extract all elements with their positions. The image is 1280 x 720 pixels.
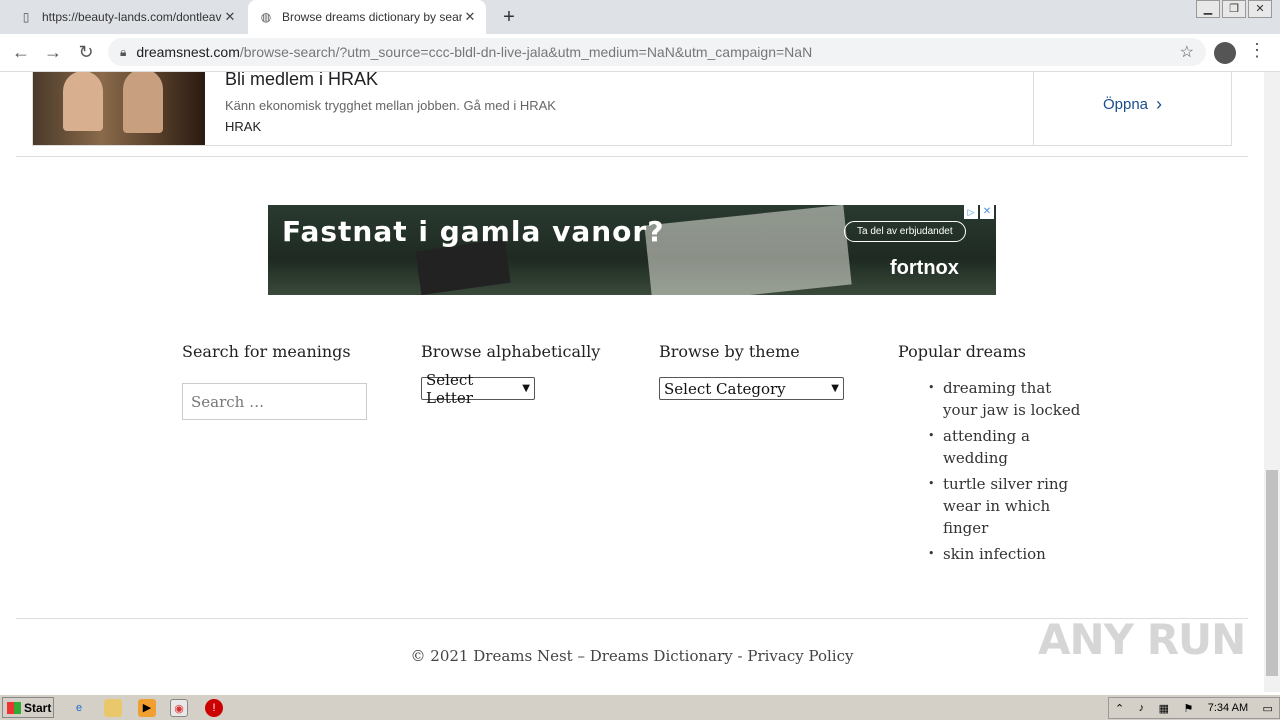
tab-bar: ▯ https://beauty-lands.com/dontleave ✕ ◍… [0, 0, 1280, 34]
reload-icon[interactable]: ↻ [75, 42, 97, 63]
chevron-down-icon: ▼ [831, 383, 839, 394]
ad-headline[interactable]: Bli medlem i HRAK [225, 72, 1013, 90]
url-domain: dreamsnest.com [136, 44, 240, 60]
chevron-right-icon: › [1156, 93, 1163, 114]
ad-brand: HRAK [225, 119, 262, 134]
fortnox-banner-ad[interactable]: Fastnat i gamla vanor? Ta del av erbjuda… [268, 205, 996, 295]
popular-dreams-list: dreaming that your jaw is locked attendi… [898, 377, 1088, 565]
lock-icon: 🔒︎ [120, 44, 127, 59]
ad-close-icon[interactable]: ✕ [980, 205, 994, 219]
search-widget: Search for meanings Search … [182, 342, 382, 420]
network-icon[interactable]: ▦ [1159, 702, 1169, 715]
popular-dream-link[interactable]: attending a wedding [928, 425, 1088, 469]
copyright-link[interactable]: © 2021 Dreams Nest – Dreams Dictionary [411, 647, 733, 665]
ad-banner-brand: fortnox [890, 257, 959, 279]
ad-text: Bli medlem i HRAK Känn ekonomisk trygghe… [205, 72, 1033, 145]
volume-icon[interactable]: ♪ [1139, 702, 1145, 714]
ad-open-button[interactable]: Öppna › [1033, 72, 1231, 145]
close-icon[interactable]: ✕ [462, 9, 478, 25]
ad-person-2 [123, 72, 163, 133]
widget-title: Search for meanings [182, 342, 351, 361]
page-viewport: Bli medlem i HRAK Känn ekonomisk trygghe… [0, 72, 1264, 692]
profile-icon[interactable] [1214, 42, 1236, 64]
tab-dreams-dictionary[interactable]: ◍ Browse dreams dictionary by search ✕ [248, 0, 486, 34]
ad-banner-headline: Fastnat i gamla vanor? [282, 215, 665, 248]
tab-title: https://beauty-lands.com/dontleave [42, 10, 222, 24]
ad-person-1 [63, 72, 103, 131]
widget-title: Browse alphabetically [421, 342, 601, 361]
tab-title: Browse dreams dictionary by search [282, 10, 462, 24]
ad-paper-graphic [644, 205, 852, 295]
clock[interactable]: 7:34 AM [1208, 702, 1248, 714]
adchoices-icon[interactable]: ▷ [964, 205, 978, 219]
show-desktop-icon[interactable]: ▭ [1263, 702, 1273, 715]
close-icon[interactable]: ✕ [222, 9, 238, 25]
close-window-button[interactable]: ✕ [1248, 0, 1272, 18]
media-player-icon[interactable]: ▶ [138, 699, 156, 717]
hrak-ad[interactable]: Bli medlem i HRAK Känn ekonomisk trygghe… [32, 72, 1232, 146]
ad-image [33, 72, 205, 145]
new-tab-button[interactable]: + [498, 6, 520, 29]
widget-title: Popular dreams [898, 342, 1026, 361]
search-placeholder: Search … [191, 392, 265, 411]
forward-icon[interactable]: → [42, 42, 64, 63]
address-bar: ← → ↻ 🔒︎ dreamsnest.com/browse-search/?u… [0, 34, 1280, 72]
minimize-button[interactable]: ▁ [1196, 0, 1220, 18]
ad-banner-cta[interactable]: Ta del av erbjudandet [844, 221, 966, 242]
ie-icon[interactable]: e [70, 699, 88, 717]
footer-separator: - [732, 647, 748, 665]
anyrun-watermark: ANY RUN [1038, 615, 1246, 664]
letter-select-value: Select Letter [426, 370, 474, 407]
bookmark-star-icon[interactable]: ☆ [1180, 42, 1194, 62]
explorer-icon[interactable] [104, 699, 122, 717]
restore-button[interactable]: ❐ [1222, 0, 1246, 18]
ad-open-label: Öppna [1102, 95, 1149, 113]
tab-beauty-lands[interactable]: ▯ https://beauty-lands.com/dontleave ✕ [8, 0, 246, 34]
chrome-icon[interactable]: ◉ [170, 699, 188, 717]
globe-icon: ◍ [260, 10, 272, 24]
page-icon: ▯ [22, 10, 30, 24]
category-select-value: Select Category [664, 379, 786, 398]
window-controls: ▁ ❐ ✕ [1194, 0, 1272, 18]
divider [16, 156, 1248, 157]
privacy-policy-link[interactable]: Privacy Policy [747, 647, 853, 665]
back-icon[interactable]: ← [10, 42, 32, 63]
url-field[interactable]: 🔒︎ dreamsnest.com/browse-search/?utm_sou… [108, 38, 1206, 66]
start-label: Start [24, 700, 52, 715]
popular-dream-link[interactable]: dreaming that your jaw is locked [928, 377, 1088, 421]
alphabet-widget: Browse alphabetically Select Letter ▼ [421, 342, 621, 407]
search-input[interactable]: Search … [182, 383, 367, 420]
chevron-down-icon: ▼ [522, 383, 530, 394]
flag-icon[interactable]: ⚑ [1183, 702, 1193, 715]
popular-dreams-widget: Popular dreams dreaming that your jaw is… [898, 342, 1088, 569]
theme-widget: Browse by theme Select Category ▼ [659, 342, 859, 400]
start-button[interactable]: Start [2, 697, 54, 718]
popular-dream-link[interactable]: turtle silver ring wear in which finger [928, 473, 1088, 539]
popular-dream-link[interactable]: skin infection [928, 543, 1088, 565]
tray-expand-icon[interactable]: ⌃ [1115, 702, 1124, 715]
url-path: /browse-search/?utm_source=ccc-bldl-dn-l… [239, 44, 813, 60]
windows-taskbar: Start e ▶ ◉ ! ⌃ ♪ ▦ ⚑ 7:34 AM ▭ [0, 694, 1280, 720]
windows-logo-icon [7, 701, 21, 714]
category-select[interactable]: Select Category ▼ [659, 377, 844, 400]
ad-description: Känn ekonomisk trygghet mellan jobben. G… [225, 98, 556, 113]
menu-icon[interactable]: ⋮ [1248, 40, 1266, 61]
page-scrollbar[interactable] [1264, 72, 1280, 692]
warning-icon[interactable]: ! [205, 699, 223, 717]
widget-title: Browse by theme [659, 342, 800, 361]
letter-select[interactable]: Select Letter ▼ [421, 371, 535, 407]
scrollbar-thumb[interactable] [1266, 470, 1278, 676]
system-tray: ⌃ ♪ ▦ ⚑ 7:34 AM ▭ [1108, 697, 1280, 719]
